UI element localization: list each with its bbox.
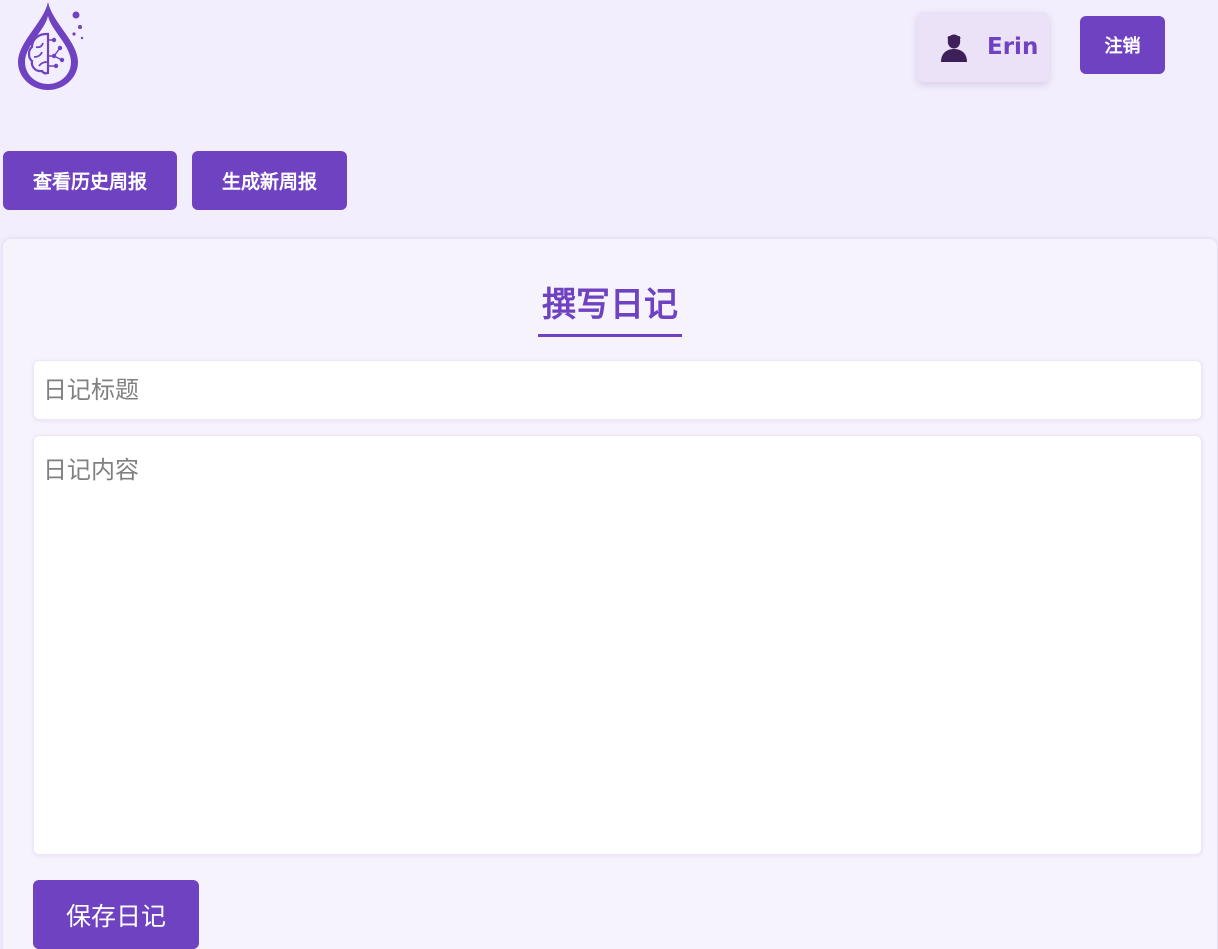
action-nav: 查看历史周报 生成新周报 — [3, 151, 348, 210]
logout-button[interactable]: 注销 — [1080, 16, 1165, 74]
diary-page: Erin 注销 查看历史周报 生成新周报 撰写日记 保存日记 — [0, 0, 1218, 949]
user-avatar-icon — [941, 34, 967, 62]
page-title: 撰写日记 — [542, 285, 678, 325]
username-label: Erin — [987, 34, 1039, 60]
brain-drop-logo-icon[interactable] — [14, 0, 86, 92]
user-profile-chip[interactable]: Erin — [917, 12, 1049, 82]
view-history-reports-button[interactable]: 查看历史周报 — [3, 151, 178, 210]
diary-title-input[interactable] — [33, 360, 1202, 420]
diary-editor-card: 撰写日记 保存日记 — [3, 239, 1217, 949]
save-diary-button[interactable]: 保存日记 — [33, 880, 199, 949]
title-underline-divider — [538, 334, 682, 337]
generate-new-report-button[interactable]: 生成新周报 — [192, 151, 348, 210]
diary-content-textarea[interactable] — [33, 435, 1202, 855]
